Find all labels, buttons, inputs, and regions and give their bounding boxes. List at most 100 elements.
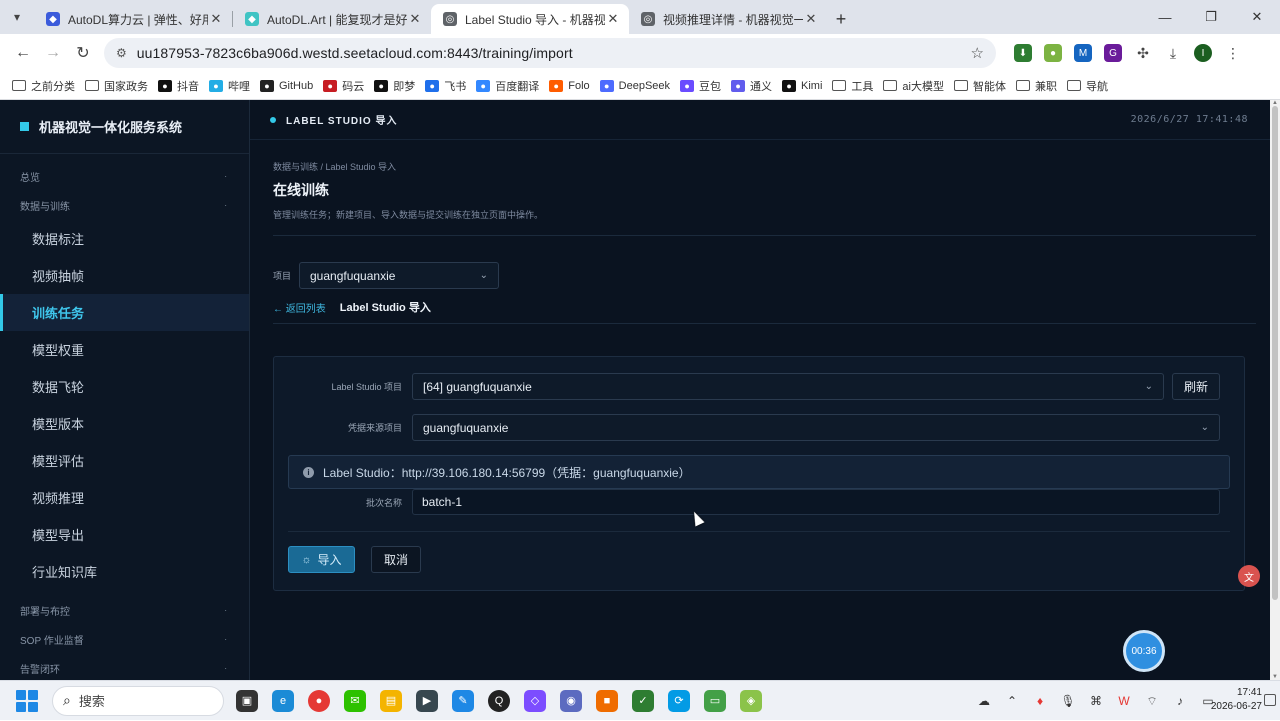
volume-icon[interactable]: ♪	[1172, 694, 1188, 708]
bookmark-item[interactable]: ● Kimi	[780, 74, 830, 98]
office-icon[interactable]: ■	[596, 689, 618, 712]
bookmark-item[interactable]: ● DeepSeek	[598, 74, 678, 98]
wifi-icon[interactable]: ⌔	[1144, 694, 1160, 709]
edge-icon[interactable]: e	[272, 689, 294, 712]
sidebar-item[interactable]: 视频抽帧	[0, 257, 249, 294]
wechat-icon[interactable]: ✉	[344, 689, 366, 712]
antivirus-icon[interactable]: ♦	[1032, 694, 1048, 708]
cloud-icon[interactable]: ☁	[976, 694, 992, 708]
sidebar-group-overview[interactable]: 总览 ·	[0, 162, 249, 191]
profile-avatar[interactable]: I	[1194, 44, 1212, 62]
security-app-icon[interactable]: ◈	[740, 689, 762, 712]
sidebar-item[interactable]: 模型版本	[0, 405, 249, 442]
project-select[interactable]: guangfuquanxie ⌄	[299, 262, 499, 289]
chrome-icon[interactable]: ●	[308, 689, 330, 712]
bookmark-item[interactable]: ● 百度翻译	[474, 74, 547, 98]
sidebar-group-sop[interactable]: SOP 作业监督 ·	[0, 625, 249, 654]
downloads-icon[interactable]: ⤓	[1164, 44, 1182, 62]
bookmark-item[interactable]: 工具	[830, 74, 881, 98]
bookmark-item[interactable]: 之前分类	[10, 74, 83, 98]
excel-icon[interactable]: ✓	[632, 689, 654, 712]
forward-arrow-icon[interactable]: →	[38, 38, 68, 68]
notification-icon[interactable]	[1264, 694, 1276, 706]
bookmark-item[interactable]: ● 通义	[729, 74, 780, 98]
sidebar-item[interactable]: 模型导出	[0, 516, 249, 553]
vscode-icon[interactable]: ◇	[524, 689, 546, 712]
download-extension-icon[interactable]: ⬇	[1014, 44, 1032, 62]
bookmark-item[interactable]: ● 哔哩	[207, 74, 258, 98]
reload-icon[interactable]: ↻	[68, 38, 98, 68]
sidebar-group-deploy[interactable]: 部署与布控 ·	[0, 596, 249, 625]
bookmark-item[interactable]: ● GitHub	[258, 74, 321, 98]
cancel-button[interactable]: 取消	[371, 546, 421, 573]
translate-icon[interactable]: 文	[1238, 565, 1260, 587]
notepad-icon[interactable]: ✎	[452, 689, 474, 712]
sidebar-item[interactable]: 数据飞轮	[0, 368, 249, 405]
close-icon[interactable]: ✕	[208, 11, 224, 27]
batch-name-input[interactable]: batch-1	[412, 489, 1220, 515]
sync-app-icon[interactable]: ⟳	[668, 689, 690, 712]
qq-icon[interactable]: Q	[488, 689, 510, 712]
bookmark-item[interactable]: ● 豆包	[678, 74, 729, 98]
message-app-icon[interactable]: ▭	[704, 689, 726, 712]
site-info-icon[interactable]: ⚙	[116, 46, 127, 60]
bookmark-item[interactable]: ● 飞书	[423, 74, 474, 98]
scrollbar-thumb[interactable]	[1272, 106, 1278, 600]
grammar-extension-icon[interactable]: G	[1104, 44, 1122, 62]
taskbar-search[interactable]: ⌕ 搜索	[52, 685, 224, 716]
network-app-icon[interactable]: ⌘	[1088, 694, 1104, 708]
bookmark-item[interactable]: ai大模型	[881, 74, 952, 98]
recording-timer[interactable]: 00:36	[1123, 630, 1165, 672]
terminal-icon[interactable]: ▶	[416, 689, 438, 712]
chevron-up-icon[interactable]: ⌃	[1004, 694, 1020, 708]
close-icon[interactable]: ✕	[605, 11, 621, 27]
browser-tab-1[interactable]: ◆ AutoDL.Art | 能复现才是好算法 ✕	[233, 4, 431, 34]
url-input[interactable]: ⚙ uu187953-7823c6ba906d.westd.seetacloud…	[104, 38, 996, 68]
sidebar-item[interactable]: 数据标注	[0, 220, 249, 257]
sidebar-group-alert[interactable]: 告警闭环 ·	[0, 654, 249, 683]
sidebar-item[interactable]: 视频推理	[0, 479, 249, 516]
microphone-icon[interactable]: 🎙	[1060, 694, 1076, 708]
task-view-icon[interactable]: ▣	[236, 689, 258, 712]
bookmark-star-icon[interactable]: ☆	[971, 44, 984, 62]
chat-app-icon[interactable]: ◉	[560, 689, 582, 712]
file-explorer-icon[interactable]: ▤	[380, 689, 402, 712]
bookmark-item[interactable]: ● 抖音	[156, 74, 207, 98]
windows-start-icon[interactable]	[16, 689, 38, 712]
close-icon[interactable]: ✕	[803, 11, 819, 27]
bookmark-item[interactable]: ● 即梦	[372, 74, 423, 98]
minimize-icon[interactable]: —	[1142, 0, 1188, 34]
back-arrow-icon[interactable]: ←	[8, 38, 38, 68]
bookmark-item[interactable]: ● 码云	[321, 74, 372, 98]
sidebar-item[interactable]: 模型评估	[0, 442, 249, 479]
bookmark-item[interactable]: 国家政务	[83, 74, 156, 98]
refresh-button[interactable]: 刷新	[1172, 373, 1220, 400]
bookmark-item[interactable]: 智能体	[952, 74, 1014, 98]
page-scrollbar[interactable]: ▲ ▼	[1270, 100, 1280, 680]
credential-select[interactable]: guangfuquanxie ⌄	[412, 414, 1220, 441]
new-tab-button[interactable]: +	[827, 4, 855, 34]
close-icon[interactable]: ✕	[407, 11, 423, 27]
back-to-list-link[interactable]: ← 返回列表	[273, 300, 326, 315]
bookmark-item[interactable]: 兼职	[1014, 74, 1065, 98]
sidebar-group-data-training[interactable]: 数据与训练 ·	[0, 191, 249, 220]
browser-tab-2[interactable]: ◎ Label Studio 导入 - 机器视觉一体化 ✕	[431, 4, 629, 34]
taskbar-clock[interactable]: 17:41 2026-06-27	[1211, 686, 1262, 714]
bookmark-item[interactable]: 导航	[1065, 74, 1116, 98]
leaf-extension-icon[interactable]: ●	[1044, 44, 1062, 62]
sidebar-item[interactable]: 训练任务	[0, 294, 249, 331]
browser-tab-0[interactable]: ◆ AutoDL算力云 | 弹性、好用、省钱 ✕	[34, 4, 232, 34]
sidebar-item[interactable]: 行业知识库	[0, 553, 249, 590]
import-button[interactable]: ☼ 导入	[288, 546, 355, 573]
wps-icon[interactable]: W	[1116, 694, 1132, 708]
tab-search-icon[interactable]: ▾	[8, 8, 26, 26]
menu-dots-icon[interactable]: ⋮	[1224, 44, 1242, 62]
ls-project-select[interactable]: [64] guangfuquanxie ⌄	[412, 373, 1164, 400]
close-window-icon[interactable]: ✕	[1234, 0, 1280, 34]
sidebar-item[interactable]: 模型权重	[0, 331, 249, 368]
bookmark-item[interactable]: ● Folo	[547, 74, 597, 98]
markdown-extension-icon[interactable]: M	[1074, 44, 1092, 62]
maximize-icon[interactable]: ❐	[1188, 0, 1234, 34]
puzzle-icon[interactable]: ✣	[1134, 44, 1152, 62]
browser-tab-3[interactable]: ◎ 视频推理详情 - 机器视觉一体化 ✕	[629, 4, 827, 34]
